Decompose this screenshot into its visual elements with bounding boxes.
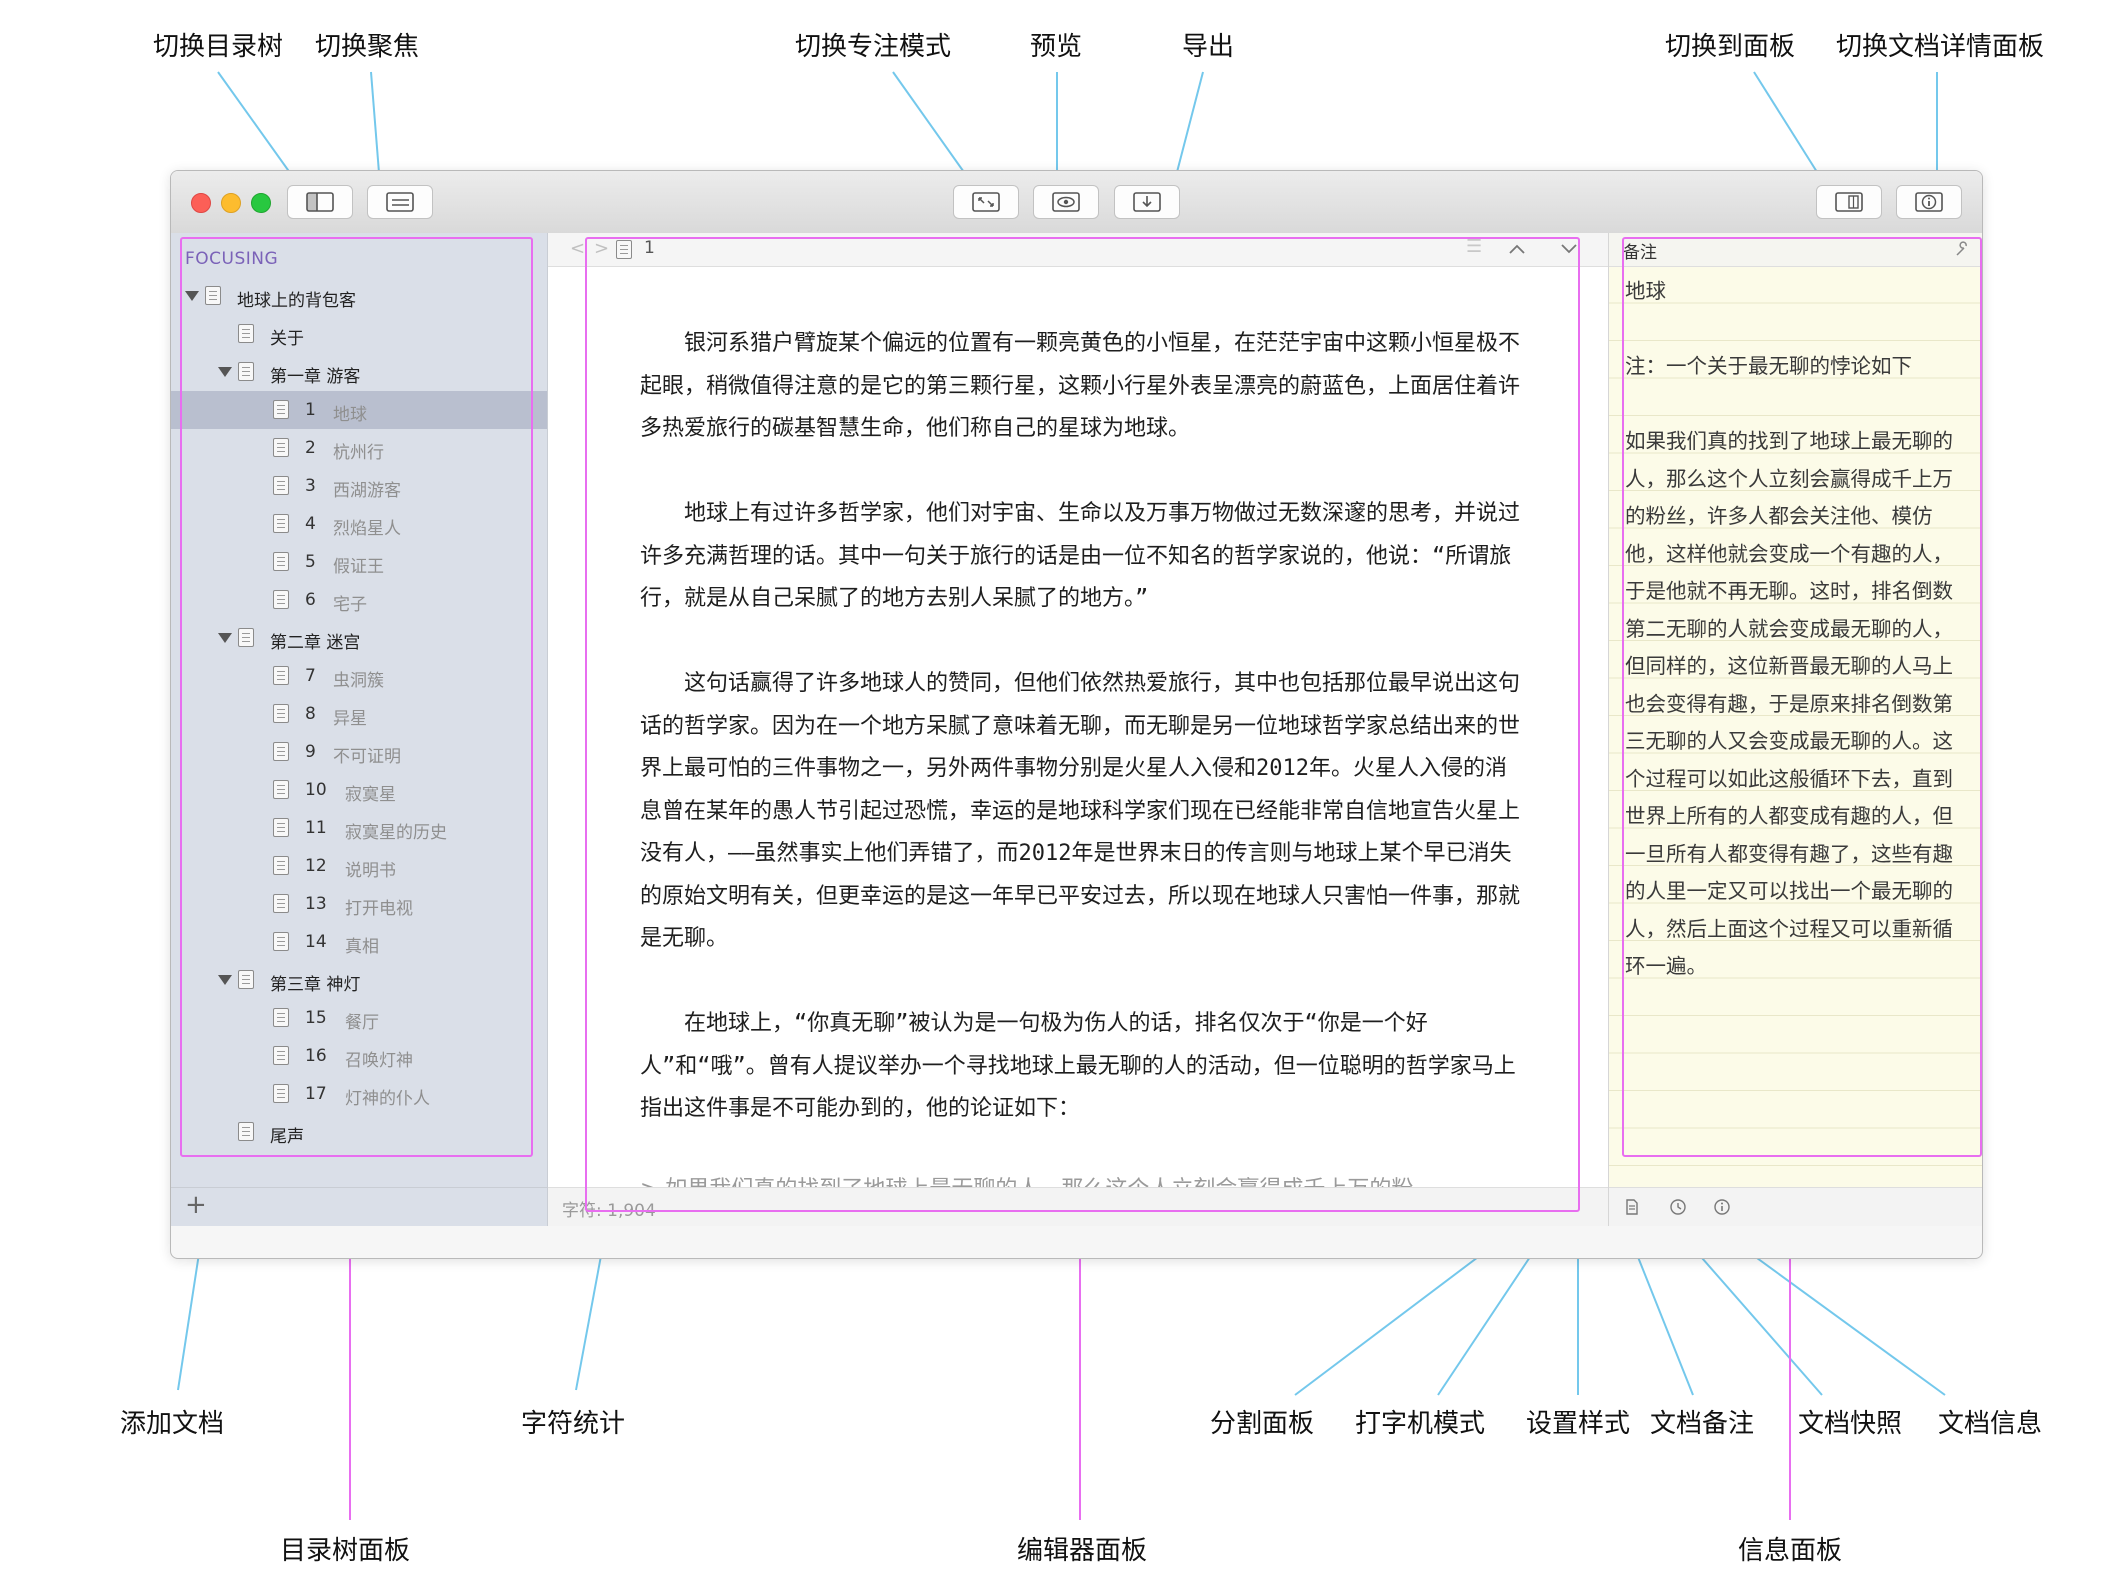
export-button[interactable] [1114, 185, 1180, 219]
clock-icon[interactable] [1669, 1198, 1687, 1216]
doc-notes-icon[interactable] [1623, 1198, 1641, 1216]
toggle-zen-button[interactable] [953, 185, 1019, 219]
export-icon [1133, 192, 1161, 212]
label-toggle-panel: 切换到面板 [1664, 32, 1796, 62]
tree-panel-outline [180, 237, 533, 1157]
nav-back-button[interactable]: < [570, 238, 585, 259]
minimize-window-button[interactable] [221, 193, 241, 213]
label-toggle-tree: 切换目录树 [152, 32, 284, 62]
label-export: 导出 [1181, 32, 1235, 62]
label-preview: 预览 [1029, 32, 1083, 62]
toggle-focus-button[interactable] [367, 185, 433, 219]
title-bar [171, 171, 1982, 234]
fullscreen-icon [972, 192, 1000, 212]
add-document-button[interactable]: + [185, 1190, 207, 1220]
label-doc-info: 文档信息 [1937, 1409, 2043, 1439]
toggle-tree-button[interactable] [287, 185, 353, 219]
info-panel-outline [1622, 237, 1982, 1157]
preview-button[interactable] [1033, 185, 1099, 219]
label-char-count: 字符统计 [520, 1409, 626, 1439]
label-set-style: 设置样式 [1525, 1409, 1631, 1439]
focus-list-icon [386, 192, 414, 212]
label-typewriter: 打字机模式 [1354, 1409, 1486, 1439]
panel-icon [1835, 192, 1863, 212]
label-doc-snapshot: 文档快照 [1797, 1409, 1903, 1439]
label-split-panel: 分割面板 [1209, 1409, 1315, 1439]
label-editor-panel: 编辑器面板 [1016, 1536, 1148, 1566]
label-toggle-zen: 切换专注模式 [794, 32, 952, 62]
close-window-button[interactable] [191, 193, 211, 213]
toggle-panel-button[interactable] [1816, 185, 1882, 219]
label-info-panel: 信息面板 [1737, 1536, 1843, 1566]
info-circle-icon[interactable] [1713, 1198, 1731, 1216]
label-doc-notes: 文档备注 [1649, 1409, 1755, 1439]
zoom-window-button[interactable] [251, 193, 271, 213]
toggle-doc-info-button[interactable] [1896, 185, 1962, 219]
info-icon [1915, 192, 1943, 212]
label-toggle-focus: 切换聚焦 [314, 32, 420, 62]
info-footer [1609, 1187, 1982, 1226]
label-add-doc: 添加文档 [119, 1409, 225, 1439]
editor-panel-outline [585, 237, 1580, 1212]
label-tree-panel: 目录树面板 [279, 1536, 411, 1566]
sidebar-footer: + [171, 1187, 547, 1226]
eye-icon [1052, 192, 1080, 212]
label-toggle-doc-info: 切换文档详情面板 [1835, 32, 2045, 62]
sidebar-toggle-icon [306, 192, 334, 212]
